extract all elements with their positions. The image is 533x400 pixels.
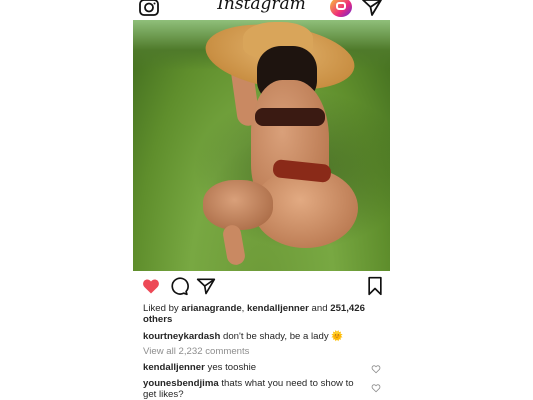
liked-user-link[interactable]: arianagrande <box>181 303 241 314</box>
comment-item: kendalljenner yes tooshie <box>143 362 378 373</box>
caption: kourtneykardash don't be shady, be a lad… <box>143 331 378 342</box>
liked-count[interactable]: 251,426 <box>330 303 365 314</box>
liked-user-link[interactable]: kendalljenner <box>247 303 309 314</box>
comment-username[interactable]: younesbendjima <box>143 378 219 389</box>
liked-others[interactable]: others <box>143 314 172 325</box>
liked-and: and <box>311 303 328 314</box>
top-bar: Instagram <box>133 0 390 20</box>
liked-separator: , <box>241 303 245 314</box>
instagram-post-frame: Instagram Liked by arianagrande, kendall… <box>133 0 390 400</box>
liked-by-prefix: Liked by <box>143 303 179 314</box>
photo-bikini-top <box>255 108 325 126</box>
comment-like-heart-icon[interactable] <box>371 383 381 393</box>
view-all-comments-link[interactable]: View all 2,232 comments <box>143 346 378 357</box>
comment-item: younesbendjima thats what you need to sh… <box>143 378 368 400</box>
comment-username[interactable]: kendalljenner <box>143 362 205 373</box>
share-icon[interactable] <box>196 276 216 296</box>
sun-emoji-icon: 🌞 <box>331 331 344 342</box>
caption-username[interactable]: kourtneykardash <box>143 331 220 342</box>
comment-text: yes tooshie <box>207 362 257 373</box>
photo-leg <box>203 180 273 230</box>
igtv-icon[interactable] <box>330 0 352 17</box>
direct-send-icon[interactable] <box>361 0 383 17</box>
comment-like-heart-icon[interactable] <box>371 364 381 374</box>
likes-summary: Liked by arianagrande, kendalljenner and… <box>143 303 388 325</box>
caption-text: don't be shady, be a lady <box>222 331 329 342</box>
comment-icon[interactable] <box>169 276 189 296</box>
post-photo[interactable] <box>133 20 390 271</box>
post-actions <box>133 276 390 298</box>
like-heart-icon[interactable] <box>141 276 161 296</box>
bookmark-icon[interactable] <box>366 276 384 296</box>
